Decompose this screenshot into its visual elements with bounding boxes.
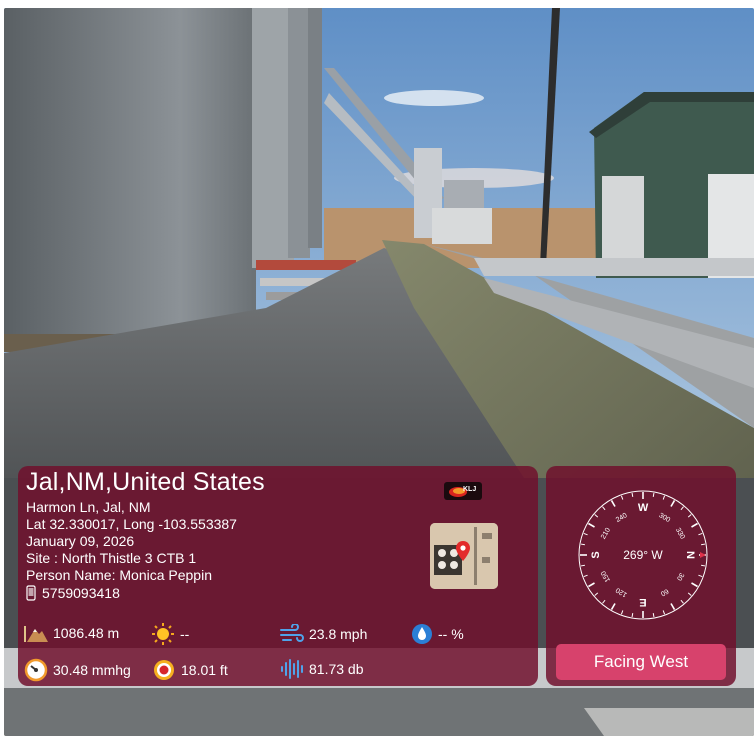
compass-card: 30 60 120 150 210 240 300 330 N E S W 269° W Fa… — [546, 466, 736, 686]
compass-tick — [610, 603, 616, 610]
humidity-icon — [412, 624, 432, 644]
compass-tick — [698, 532, 703, 536]
logo-text: KLJ — [463, 486, 476, 493]
compass-tick — [588, 582, 595, 588]
compass-tick — [610, 500, 616, 507]
humidity-value: -- % — [438, 626, 464, 642]
compass-tick — [687, 514, 692, 518]
compass-south-label: S — [590, 551, 602, 558]
facing-direction-button[interactable]: Facing West — [556, 644, 726, 680]
compass-tick — [631, 492, 634, 497]
compass-dial: 30 60 120150 210240 300330 N E S W 269° W — [578, 490, 708, 620]
compass-tick — [698, 574, 703, 578]
map-pin-icon — [456, 541, 470, 561]
compass-tick — [594, 514, 599, 518]
sound-wave-icon — [281, 659, 303, 679]
compass-degree-label: 150 — [600, 569, 612, 583]
elevation-metric: 1086.48 m — [24, 624, 119, 642]
compass-tick — [620, 495, 624, 500]
altitude-value: 18.01 ft — [181, 662, 228, 678]
compass-degree-label: 330 — [674, 527, 686, 541]
compass-tick — [670, 500, 676, 507]
gauge-icon — [24, 658, 48, 682]
address-text: Harmon Ln, Jal, NM — [26, 499, 151, 515]
compass-tick — [652, 492, 655, 497]
target-icon — [154, 660, 174, 680]
weather-value: -- — [180, 626, 190, 642]
compass-tick — [670, 603, 676, 610]
wind-metric: 23.8 mph — [280, 624, 367, 644]
pressure-metric: 30.48 mmhg — [24, 658, 131, 682]
compass-tick — [620, 610, 624, 615]
compass-west-label: W — [638, 502, 649, 514]
altitude-metric: 18.01 ft — [152, 658, 228, 682]
compass-tick — [662, 495, 666, 500]
compass-tick — [680, 599, 684, 604]
compass-degree-label: 240 — [615, 512, 629, 524]
company-logo: KLJ — [444, 482, 482, 500]
wind-icon — [280, 624, 304, 642]
coordinates-text: Lat 32.330017, Long -103.553387 — [26, 516, 237, 532]
phone-row: 5759093418 — [26, 584, 120, 602]
sun-icon — [152, 623, 174, 645]
compass-tick — [662, 610, 666, 615]
location-info-card: Jal,NM,United States Harmon Ln, Jal, NM … — [18, 466, 538, 686]
compass-tick — [602, 599, 606, 604]
compass-tick — [691, 522, 698, 528]
compass-tick — [687, 592, 692, 596]
compass-tick — [701, 564, 706, 567]
date-text: January 09, 2026 — [26, 533, 135, 549]
person-text: Person Name: Monica Peppin — [26, 567, 212, 583]
compass-tick — [680, 506, 684, 511]
compass-degree-label: 300 — [658, 512, 672, 524]
compass-tick — [631, 613, 634, 618]
compass-degree-label: 210 — [600, 527, 612, 541]
compass-tick — [652, 613, 655, 618]
wind-value: 23.8 mph — [309, 626, 368, 642]
elevation-value: 1086.48 m — [53, 625, 120, 641]
compass-tick — [580, 564, 585, 567]
phone-number: 5759093418 — [42, 585, 120, 601]
compass-needle — [700, 552, 706, 558]
noise-metric: 81.73 db — [280, 659, 364, 679]
compass-tick — [583, 532, 588, 536]
map-thumbnail[interactable] — [430, 523, 498, 589]
compass-tick — [701, 543, 706, 546]
weather-metric: -- — [151, 622, 189, 646]
compass-tick — [594, 592, 599, 596]
compass-tick — [580, 543, 585, 546]
pressure-value: 30.48 mmhg — [53, 662, 131, 678]
compass-tick — [691, 582, 698, 588]
compass-tick — [588, 522, 595, 528]
compass-tick — [602, 506, 606, 511]
compass-degree-label: 30 — [675, 571, 685, 581]
compass-north-label: N — [684, 551, 696, 559]
mountain-icon — [24, 626, 48, 642]
location-title: Jal,NM,United States — [26, 468, 265, 496]
compass-heading: 269° W — [623, 548, 663, 562]
noise-value: 81.73 db — [309, 661, 364, 677]
compass-east-label: E — [639, 596, 646, 608]
site-text: Site : North Thistle 3 CTB 1 — [26, 550, 197, 566]
phone-icon — [26, 585, 36, 601]
humidity-metric: -- % — [411, 623, 464, 645]
compass-degree-label: 60 — [659, 587, 669, 597]
compass-tick — [583, 574, 588, 578]
compass-degree-label: 120 — [615, 586, 629, 598]
